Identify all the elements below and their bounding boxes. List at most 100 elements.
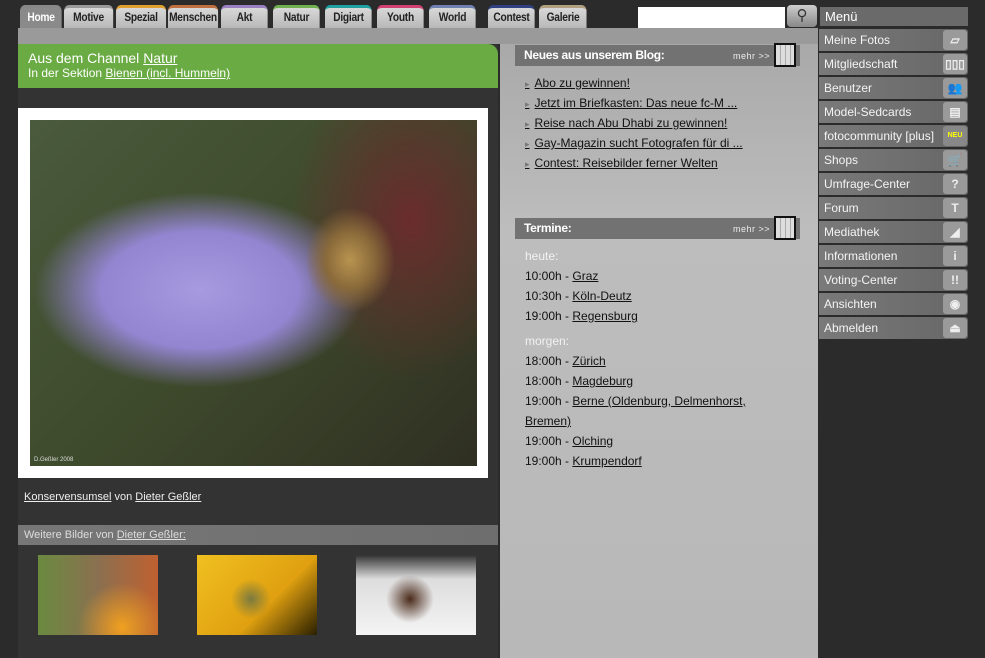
event-time: 19:00h - <box>525 454 573 468</box>
blog-title: Neues aus unserem Blog: <box>524 48 665 62</box>
tab-akt[interactable]: Akt <box>221 5 268 28</box>
photo-title-link[interactable]: Konservensumsel <box>24 491 111 503</box>
channel-link[interactable]: Natur <box>143 50 177 66</box>
menu-item-benutzer[interactable]: Benutzer 👥 <box>819 77 968 99</box>
new-badge-icon: NEU <box>943 126 967 146</box>
tab-contest[interactable]: Contest <box>488 5 535 28</box>
menu-item-shops[interactable]: Shops 🛒 <box>819 149 968 171</box>
tab-motive[interactable]: Motive <box>64 5 113 28</box>
menu-item-label: Model-Sedcards <box>824 105 912 119</box>
event-place-link[interactable]: Graz <box>572 269 598 283</box>
section-link[interactable]: Bienen (incl. Hummeln) <box>105 66 230 80</box>
menu-item-label: fotocommunity [plus] <box>824 129 935 143</box>
calendar-icon <box>774 216 796 240</box>
menu-item-umfrage-center[interactable]: Umfrage-Center? <box>819 173 968 195</box>
info-icon: i <box>943 246 967 266</box>
menu-item-voting-center[interactable]: Voting-Center!! <box>819 269 968 291</box>
search-input[interactable] <box>638 7 785 28</box>
calendar-icon <box>774 43 796 67</box>
author-link[interactable]: Dieter Geßler <box>135 491 201 503</box>
menu-item-fotocommunity-plus-[interactable]: fotocommunity [plus] NEU <box>819 125 968 147</box>
event-time: 10:00h - <box>525 269 573 283</box>
blog-item-link[interactable]: Gay-Magazin sucht Fotografen für di ... <box>525 136 743 150</box>
termine-more-link[interactable]: mehr >> <box>733 224 770 234</box>
channel-header: Aus dem Channel Natur In der Sektion Bie… <box>18 44 498 88</box>
menu-item-meine-fotos[interactable]: Meine Fotos ▱ <box>819 29 968 51</box>
featured-photo[interactable]: D.Geßler 2008 <box>30 120 477 466</box>
event-place-link[interactable]: Krumpendorf <box>572 454 641 468</box>
event-time: 19:00h - <box>525 309 573 323</box>
event-time: 18:00h - <box>525 374 573 388</box>
tab-bar-strip <box>18 28 818 44</box>
event-item: 19:00h - Regensburg <box>525 306 785 326</box>
sedcard-icon: ▤ <box>943 102 967 122</box>
menu-item-mediathek[interactable]: Mediathek ◢ <box>819 221 968 243</box>
menu-item-forum[interactable]: Forum T <box>819 197 968 219</box>
menu-item-label: Ansichten <box>824 297 877 311</box>
event-place-link[interactable]: Olching <box>572 434 613 448</box>
day-label: heute: <box>525 249 559 263</box>
blog-more-link[interactable]: mehr >> <box>733 51 770 61</box>
menu-item-label: Voting-Center <box>824 273 898 287</box>
termine-header: Termine: mehr >> <box>515 216 800 240</box>
more-images-author-link[interactable]: Dieter Geßler: <box>117 529 186 541</box>
exclamation-icon: !! <box>943 270 967 290</box>
tab-galerie[interactable]: Galerie <box>539 5 587 28</box>
blog-item-link[interactable]: Abo zu gewinnen! <box>525 76 630 90</box>
section-prefix: In der Sektion <box>28 66 106 80</box>
blog-item-link[interactable]: Reise nach Abu Dhabi zu gewinnen! <box>525 116 728 130</box>
thumbnail-people[interactable] <box>356 555 476 635</box>
event-time: 10:30h - <box>525 289 573 303</box>
menu-item-label: Benutzer <box>824 81 873 95</box>
channel-prefix: Aus dem Channel <box>28 50 144 66</box>
tab-natur[interactable]: Natur <box>273 5 320 28</box>
menu-item-label: Forum <box>824 201 859 215</box>
event-item: 19:00h - Olching <box>525 431 785 451</box>
users-icon: 👥 <box>943 78 967 98</box>
menu-item-model-sedcards[interactable]: Model-Sedcards ▤ <box>819 101 968 123</box>
event-item: 10:00h - Graz <box>525 266 785 286</box>
menu-item-label: Shops <box>824 153 859 167</box>
menu-item-label: Meine Fotos <box>824 33 891 47</box>
thumbnail-butterfly[interactable] <box>38 555 158 635</box>
more-images-bar: Weitere Bilder von Dieter Geßler: <box>18 525 498 545</box>
event-time: 18:00h - <box>525 354 573 368</box>
event-place-link[interactable]: Magdeburg <box>572 374 633 388</box>
event-item: 10:30h - Köln-Deutz <box>525 286 785 306</box>
event-place-link[interactable]: Regensburg <box>572 309 637 323</box>
menu-item-label: Informationen <box>824 249 898 263</box>
event-place-link[interactable]: Köln-Deutz <box>572 289 631 303</box>
tab-youth[interactable]: Youth <box>377 5 424 28</box>
menu-item-ansichten[interactable]: Ansichten ◉ <box>819 293 968 315</box>
menu-item-abmelden[interactable]: Abmelden ⏏ <box>819 317 968 339</box>
menu-item-mitgliedschaft[interactable]: Mitgliedschaft ▯▯▯ <box>819 53 968 75</box>
cart-icon: 🛒 <box>943 150 967 170</box>
tab-spezial[interactable]: Spezial <box>116 5 166 28</box>
more-images-prefix: Weitere Bilder von <box>24 529 117 541</box>
tab-world[interactable]: World <box>429 5 476 28</box>
menu-item-label: Mitgliedschaft <box>824 57 898 71</box>
tab-menschen[interactable]: Menschen <box>168 5 218 28</box>
by-text: von <box>111 491 136 503</box>
blog-item-link[interactable]: Contest: Reisebilder ferner Welten <box>525 156 718 170</box>
tab-digiart[interactable]: Digiart <box>325 5 372 28</box>
tab-home[interactable]: Home <box>20 5 62 28</box>
event-place-link[interactable]: Zürich <box>572 354 605 368</box>
text-icon: T <box>943 198 967 218</box>
day-label: morgen: <box>525 334 570 348</box>
menu-item-informationen[interactable]: Informationen i <box>819 245 968 267</box>
rss-film-icon: ◢ <box>943 222 967 242</box>
event-item: 19:00h - Berne (Oldenburg, Delmenhorst, … <box>525 391 785 431</box>
menu-header: Menü <box>820 7 968 26</box>
menu-item-label: Abmelden <box>824 321 879 335</box>
blog-item-link[interactable]: Jetzt im Briefkasten: Das neue fc-M ... <box>525 96 738 110</box>
search-button[interactable]: ⚲ <box>787 5 817 27</box>
membership-icon: ▯▯▯ <box>943 54 967 74</box>
photo-signature: D.Geßler 2008 <box>34 457 74 463</box>
menu-item-label: Mediathek <box>824 225 880 239</box>
event-item: 18:00h - Zürich <box>525 351 785 371</box>
photo-caption: Konservensumsel von Dieter Geßler <box>24 491 201 503</box>
photos-icon: ▱ <box>943 30 967 50</box>
termine-title: Termine: <box>524 221 572 235</box>
thumbnail-grasshopper[interactable] <box>197 555 317 635</box>
